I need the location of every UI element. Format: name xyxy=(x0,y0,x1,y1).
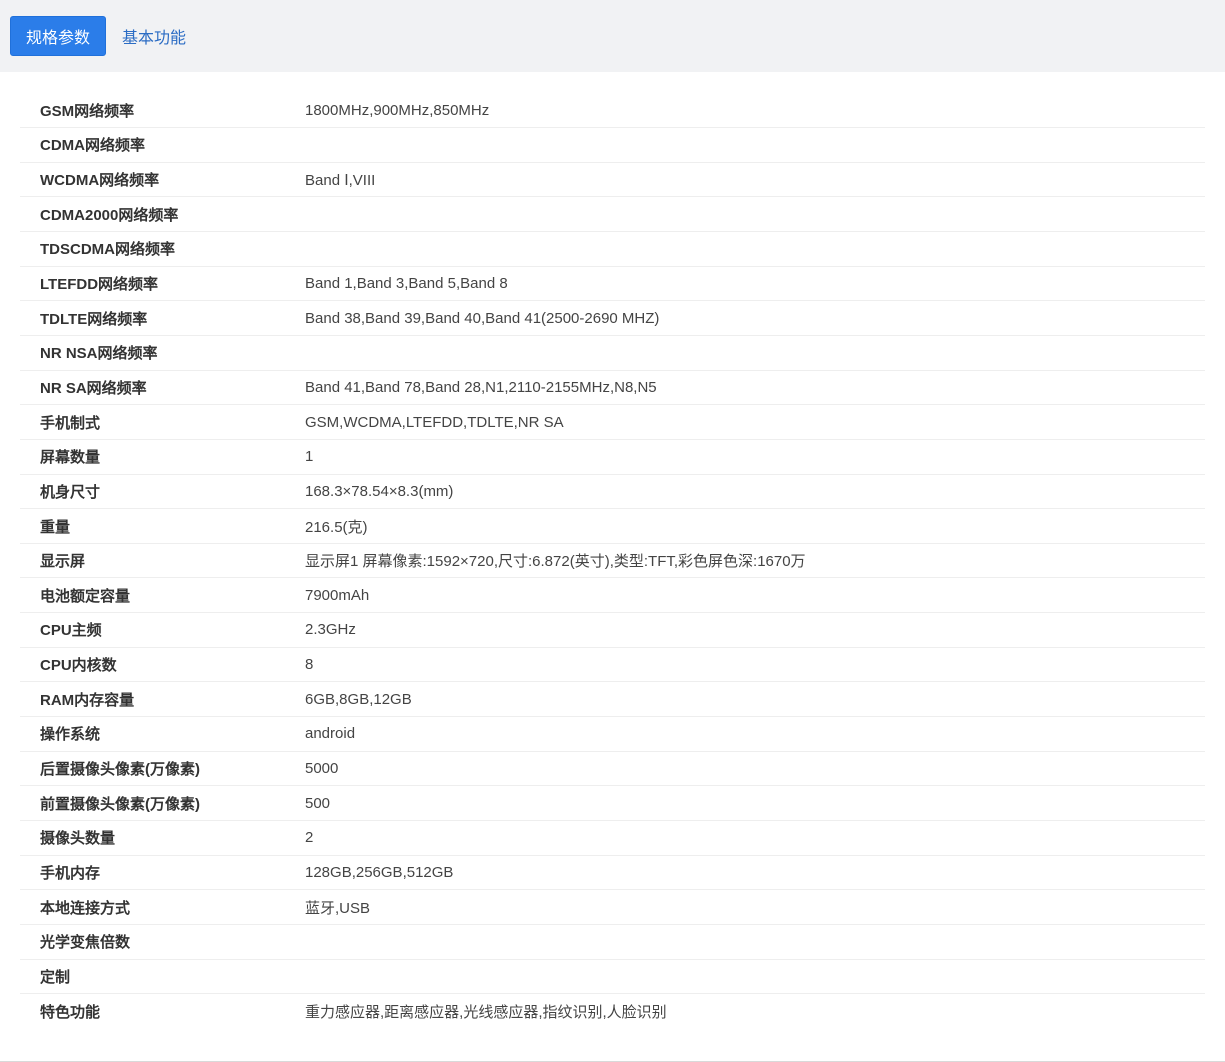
spec-key: 屏幕数量 xyxy=(20,439,305,475)
spec-value xyxy=(305,959,1205,995)
tab-specs[interactable]: 规格参数 xyxy=(10,16,106,56)
spec-row: 显示屏 显示屏1 屏幕像素:1592×720,尺寸:6.872(英寸),类型:TF… xyxy=(20,543,1205,579)
spec-row: CDMA网络频率 xyxy=(20,127,1205,163)
spec-key: 定制 xyxy=(20,959,305,995)
spec-key: NR NSA网络频率 xyxy=(20,335,305,371)
spec-row: 光学变焦倍数 xyxy=(20,924,1205,960)
spec-value: 128GB,256GB,512GB xyxy=(305,855,1205,891)
spec-row: CPU主频 2.3GHz xyxy=(20,612,1205,648)
spec-row: RAM内存容量 6GB,8GB,12GB xyxy=(20,681,1205,718)
spec-row: 手机内存 128GB,256GB,512GB xyxy=(20,855,1205,891)
spec-value xyxy=(305,231,1205,267)
spec-value: Band 41,Band 78,Band 28,N1,2110-2155MHz,… xyxy=(305,370,1205,406)
spec-table-body: GSM网络频率 1800MHz,900MHz,850MHz CDMA网络频率 WCDM… xyxy=(20,93,1205,1028)
spec-row: 本地连接方式 蓝牙,USB xyxy=(20,889,1205,925)
spec-value: 显示屏1 屏幕像素:1592×720,尺寸:6.872(英寸),类型:TFT,彩… xyxy=(305,543,1205,579)
spec-key: CPU主频 xyxy=(20,612,305,648)
spec-value: 蓝牙,USB xyxy=(305,889,1205,925)
spec-row: CDMA2000网络频率 xyxy=(20,196,1205,233)
spec-value: 500 xyxy=(305,785,1205,821)
spec-key: WCDMA网络频率 xyxy=(20,162,305,198)
spec-row: 手机制式 GSM,WCDMA,LTEFDD,TDLTE,NR SA xyxy=(20,404,1205,440)
spec-key: 手机制式 xyxy=(20,404,305,440)
spec-key: 光学变焦倍数 xyxy=(20,924,305,960)
spec-key: 显示屏 xyxy=(20,543,305,579)
spec-row: 屏幕数量 1 xyxy=(20,439,1205,475)
spec-value: android xyxy=(305,716,1205,752)
spec-value: 2.3GHz xyxy=(305,612,1205,648)
spec-key: TDLTE网络频率 xyxy=(20,300,305,336)
tab-basic-features[interactable]: 基本功能 xyxy=(114,16,194,56)
spec-value: 168.3×78.54×8.3(mm) xyxy=(305,474,1205,510)
spec-value: 1800MHz,900MHz,850MHz xyxy=(305,93,1205,129)
spec-key: 摄像头数量 xyxy=(20,820,305,856)
spec-key: 本地连接方式 xyxy=(20,889,305,925)
spec-key: 机身尺寸 xyxy=(20,474,305,510)
spec-row: 操作系统 android xyxy=(20,716,1205,752)
spec-row: 特色功能 重力感应器,距离感应器,光线感应器,指纹识别,人脸识别 xyxy=(20,994,1205,1029)
tab-bar: 规格参数 基本功能 xyxy=(0,0,1225,72)
spec-row: NR NSA网络频率 xyxy=(20,335,1205,371)
spec-value: 2 xyxy=(305,820,1205,856)
spec-table: GSM网络频率 1800MHz,900MHz,850MHz CDMA网络频率 WCDM… xyxy=(20,93,1205,1028)
spec-key: CDMA2000网络频率 xyxy=(20,196,305,233)
spec-key: 前置摄像头像素(万像素) xyxy=(20,785,305,821)
spec-key: 重量 xyxy=(20,508,305,544)
spec-row: 重量 216.5(克) xyxy=(20,508,1205,544)
spec-row: LTEFDD网络频率 Band 1,Band 3,Band 5,Band 8 xyxy=(20,266,1205,302)
spec-value: 8 xyxy=(305,647,1205,683)
spec-value: 6GB,8GB,12GB xyxy=(305,681,1205,718)
spec-row: 机身尺寸 168.3×78.54×8.3(mm) xyxy=(20,474,1205,510)
spec-row: 后置摄像头像素(万像素) 5000 xyxy=(20,751,1205,787)
spec-value: 7900mAh xyxy=(305,577,1205,614)
spec-value: 1 xyxy=(305,439,1205,475)
spec-row: GSM网络频率 1800MHz,900MHz,850MHz xyxy=(20,93,1205,129)
spec-row: CPU内核数 8 xyxy=(20,647,1205,683)
spec-value xyxy=(305,196,1205,233)
spec-panel: GSM网络频率 1800MHz,900MHz,850MHz CDMA网络频率 WCDM… xyxy=(0,72,1225,1062)
spec-row: TDLTE网络频率 Band 38,Band 39,Band 40,Band 41… xyxy=(20,300,1205,336)
spec-key: 操作系统 xyxy=(20,716,305,752)
spec-row: 定制 xyxy=(20,959,1205,995)
spec-row: NR SA网络频率 Band 41,Band 78,Band 28,N1,2110… xyxy=(20,370,1205,406)
spec-value xyxy=(305,924,1205,960)
spec-key: NR SA网络频率 xyxy=(20,370,305,406)
spec-key: GSM网络频率 xyxy=(20,93,305,129)
spec-key: TDSCDMA网络频率 xyxy=(20,231,305,267)
spec-key: 手机内存 xyxy=(20,855,305,891)
spec-value xyxy=(305,335,1205,371)
spec-key: RAM内存容量 xyxy=(20,681,305,718)
spec-key: 电池额定容量 xyxy=(20,577,305,614)
spec-value: 5000 xyxy=(305,751,1205,787)
spec-row: WCDMA网络频率 Band Ⅰ,VIII xyxy=(20,162,1205,198)
spec-key: 后置摄像头像素(万像素) xyxy=(20,751,305,787)
spec-key: CDMA网络频率 xyxy=(20,127,305,163)
spec-key: LTEFDD网络频率 xyxy=(20,266,305,302)
spec-value: 216.5(克) xyxy=(305,508,1205,544)
spec-row: TDSCDMA网络频率 xyxy=(20,231,1205,267)
spec-value: Band Ⅰ,VIII xyxy=(305,162,1205,198)
spec-value: 重力感应器,距离感应器,光线感应器,指纹识别,人脸识别 xyxy=(305,1003,667,1021)
spec-row: 电池额定容量 7900mAh xyxy=(20,577,1205,614)
spec-row: 前置摄像头像素(万像素) 500 xyxy=(20,785,1205,821)
spec-key: CPU内核数 xyxy=(20,647,305,683)
spec-value: Band 1,Band 3,Band 5,Band 8 xyxy=(305,266,1205,302)
spec-key: 特色功能 xyxy=(40,1003,101,1021)
spec-value: Band 38,Band 39,Band 40,Band 41(2500-269… xyxy=(305,300,1205,336)
spec-row: 摄像头数量 2 xyxy=(20,820,1205,856)
spec-value: GSM,WCDMA,LTEFDD,TDLTE,NR SA xyxy=(305,404,1205,440)
spec-value xyxy=(305,127,1205,163)
